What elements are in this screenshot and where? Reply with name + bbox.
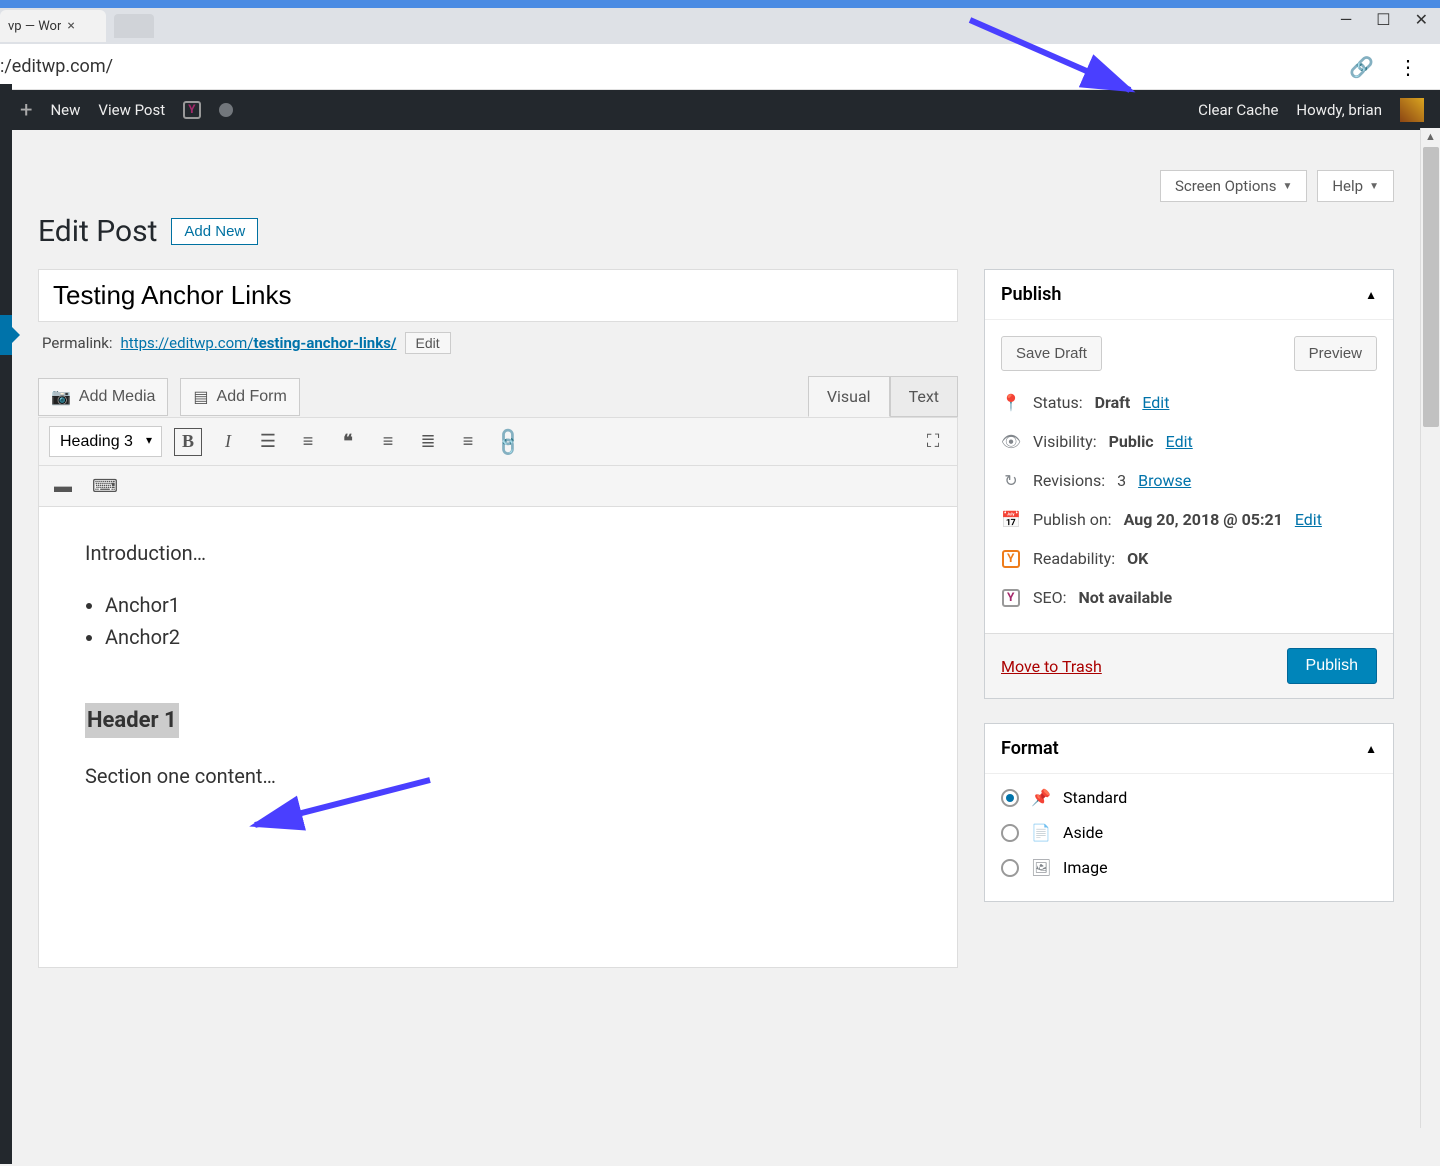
add-form-button[interactable]: ▤Add Form xyxy=(180,378,299,416)
screen-options-tab[interactable]: Screen Options▼ xyxy=(1160,170,1307,202)
insert-link-button[interactable]: 🔗 xyxy=(488,422,528,462)
edit-status-link[interactable]: Edit xyxy=(1142,393,1169,412)
bullet-list-button[interactable]: ☰ xyxy=(254,428,282,456)
keyboard-icon[interactable]: ⌨ xyxy=(91,472,119,500)
tab-title: vp — Wor xyxy=(8,19,61,34)
publish-box: Publish ▲ Save Draft Preview 📍Status: Dr… xyxy=(984,269,1394,699)
format-option-image[interactable]: 🖼Image xyxy=(1001,850,1377,885)
list-item: Anchor2 xyxy=(105,621,911,653)
link-icon[interactable]: 🔗 xyxy=(1349,55,1374,79)
page-title: Edit Post xyxy=(38,214,157,249)
format-box: Format ▲ 📌Standard 📄Aside 🖼Image xyxy=(984,723,1394,902)
add-new-button[interactable]: Add New xyxy=(171,218,258,245)
eye-icon: 👁 xyxy=(1001,432,1021,451)
admin-menu-sliver xyxy=(0,84,12,1164)
publish-header[interactable]: Publish ▲ xyxy=(985,270,1393,320)
save-draft-button[interactable]: Save Draft xyxy=(1001,336,1102,371)
edit-visibility-link[interactable]: Edit xyxy=(1166,432,1193,451)
calendar-icon: 📅 xyxy=(1001,510,1021,529)
radio-icon xyxy=(1001,859,1019,877)
minimize-icon[interactable]: — xyxy=(1340,10,1353,29)
bold-button[interactable]: B xyxy=(174,428,202,456)
url-bar[interactable]: :/editwp.com/ xyxy=(0,56,1337,77)
revisions-icon: ↻ xyxy=(1001,471,1021,490)
chevron-up-icon[interactable]: ▲ xyxy=(1365,742,1377,756)
scroll-thumb[interactable] xyxy=(1423,147,1439,427)
admin-new[interactable]: New xyxy=(50,101,80,119)
page-scrollbar[interactable]: ▲ xyxy=(1420,128,1440,1128)
tab-text[interactable]: Text xyxy=(890,376,958,417)
help-tab[interactable]: Help▼ xyxy=(1317,170,1394,202)
maximize-icon[interactable]: ☐ xyxy=(1376,10,1390,29)
permalink-edit-button[interactable]: Edit xyxy=(405,332,451,354)
editor-heading: Header 1 xyxy=(85,703,179,738)
admin-bar: + New View Post Clear Cache Howdy, brian xyxy=(0,90,1440,130)
format-option-aside[interactable]: 📄Aside xyxy=(1001,815,1377,850)
camera-icon: 📷 xyxy=(51,387,71,407)
howdy[interactable]: Howdy, brian xyxy=(1296,101,1382,119)
yoast-icon[interactable] xyxy=(183,101,201,119)
plus-icon[interactable]: + xyxy=(20,98,32,123)
chevron-down-icon: ▼ xyxy=(1282,181,1292,192)
align-left-button[interactable]: ≡ xyxy=(374,428,402,456)
image-icon: 🖼 xyxy=(1031,858,1051,877)
fullscreen-button[interactable]: ⛶ xyxy=(919,428,947,456)
new-tab-button[interactable] xyxy=(114,14,154,38)
edit-date-link[interactable]: Edit xyxy=(1295,510,1322,529)
italic-button[interactable]: I xyxy=(214,428,242,456)
align-right-button[interactable]: ≡ xyxy=(454,428,482,456)
editor-text: Introduction… xyxy=(85,537,911,569)
close-icon[interactable]: × xyxy=(67,18,74,34)
clear-cache[interactable]: Clear Cache xyxy=(1198,101,1278,119)
radio-icon xyxy=(1001,824,1019,842)
list-item: Anchor1 xyxy=(105,589,911,621)
preview-button[interactable]: Preview xyxy=(1294,336,1377,371)
kebab-menu-icon[interactable]: ⋮ xyxy=(1398,55,1418,79)
format-header[interactable]: Format ▲ xyxy=(985,724,1393,774)
permalink-row: Permalink: https://editwp.com/testing-an… xyxy=(38,332,958,354)
permalink-link[interactable]: https://editwp.com/testing-anchor-links/ xyxy=(121,334,397,352)
admin-view-post[interactable]: View Post xyxy=(98,101,165,119)
window-close-icon[interactable]: ✕ xyxy=(1415,10,1428,29)
editor-content[interactable]: Introduction… Anchor1 Anchor2 Header 1 S… xyxy=(39,507,957,967)
browse-revisions-link[interactable]: Browse xyxy=(1138,471,1191,490)
admin-menu-active xyxy=(0,315,12,355)
toolbar-toggle-icon[interactable]: ▬ xyxy=(49,472,77,500)
status-dot-icon xyxy=(219,103,233,117)
pin-icon: 📍 xyxy=(1001,393,1021,412)
scroll-up-icon[interactable]: ▲ xyxy=(1421,128,1440,145)
browser-tab-strip: vp — Wor × — ☐ ✕ xyxy=(0,8,1440,44)
number-list-button[interactable]: ≡ xyxy=(294,428,322,456)
chevron-down-icon: ▼ xyxy=(1369,181,1379,192)
editor-text: Section one content… xyxy=(85,760,911,792)
add-media-button[interactable]: 📷Add Media xyxy=(38,378,168,416)
editor-toolbar: Heading 3 B I ☰ ≡ ❝ ≡ ≣ ≡ 🔗 ⛶ xyxy=(39,418,957,466)
permalink-label: Permalink: xyxy=(42,334,113,352)
editor-container: Heading 3 B I ☰ ≡ ❝ ≡ ≣ ≡ 🔗 ⛶ ▬ ⌨ xyxy=(38,417,958,968)
move-to-trash-link[interactable]: Move to Trash xyxy=(1001,657,1102,676)
avatar[interactable] xyxy=(1400,98,1424,122)
yoast-readability-icon xyxy=(1001,550,1021,568)
chevron-up-icon[interactable]: ▲ xyxy=(1365,288,1377,302)
aside-icon: 📄 xyxy=(1031,823,1051,842)
form-icon: ▤ xyxy=(193,387,208,407)
align-center-button[interactable]: ≣ xyxy=(414,428,442,456)
pin-icon: 📌 xyxy=(1031,788,1051,807)
quote-button[interactable]: ❝ xyxy=(334,428,362,456)
publish-button[interactable]: Publish xyxy=(1287,648,1377,684)
tab-visual[interactable]: Visual xyxy=(808,376,890,417)
browser-tab[interactable]: vp — Wor × xyxy=(0,10,106,42)
format-select[interactable]: Heading 3 xyxy=(49,426,162,457)
format-option-standard[interactable]: 📌Standard xyxy=(1001,780,1377,815)
yoast-seo-icon xyxy=(1001,589,1021,607)
post-title-input[interactable] xyxy=(38,269,958,322)
radio-checked-icon xyxy=(1001,789,1019,807)
